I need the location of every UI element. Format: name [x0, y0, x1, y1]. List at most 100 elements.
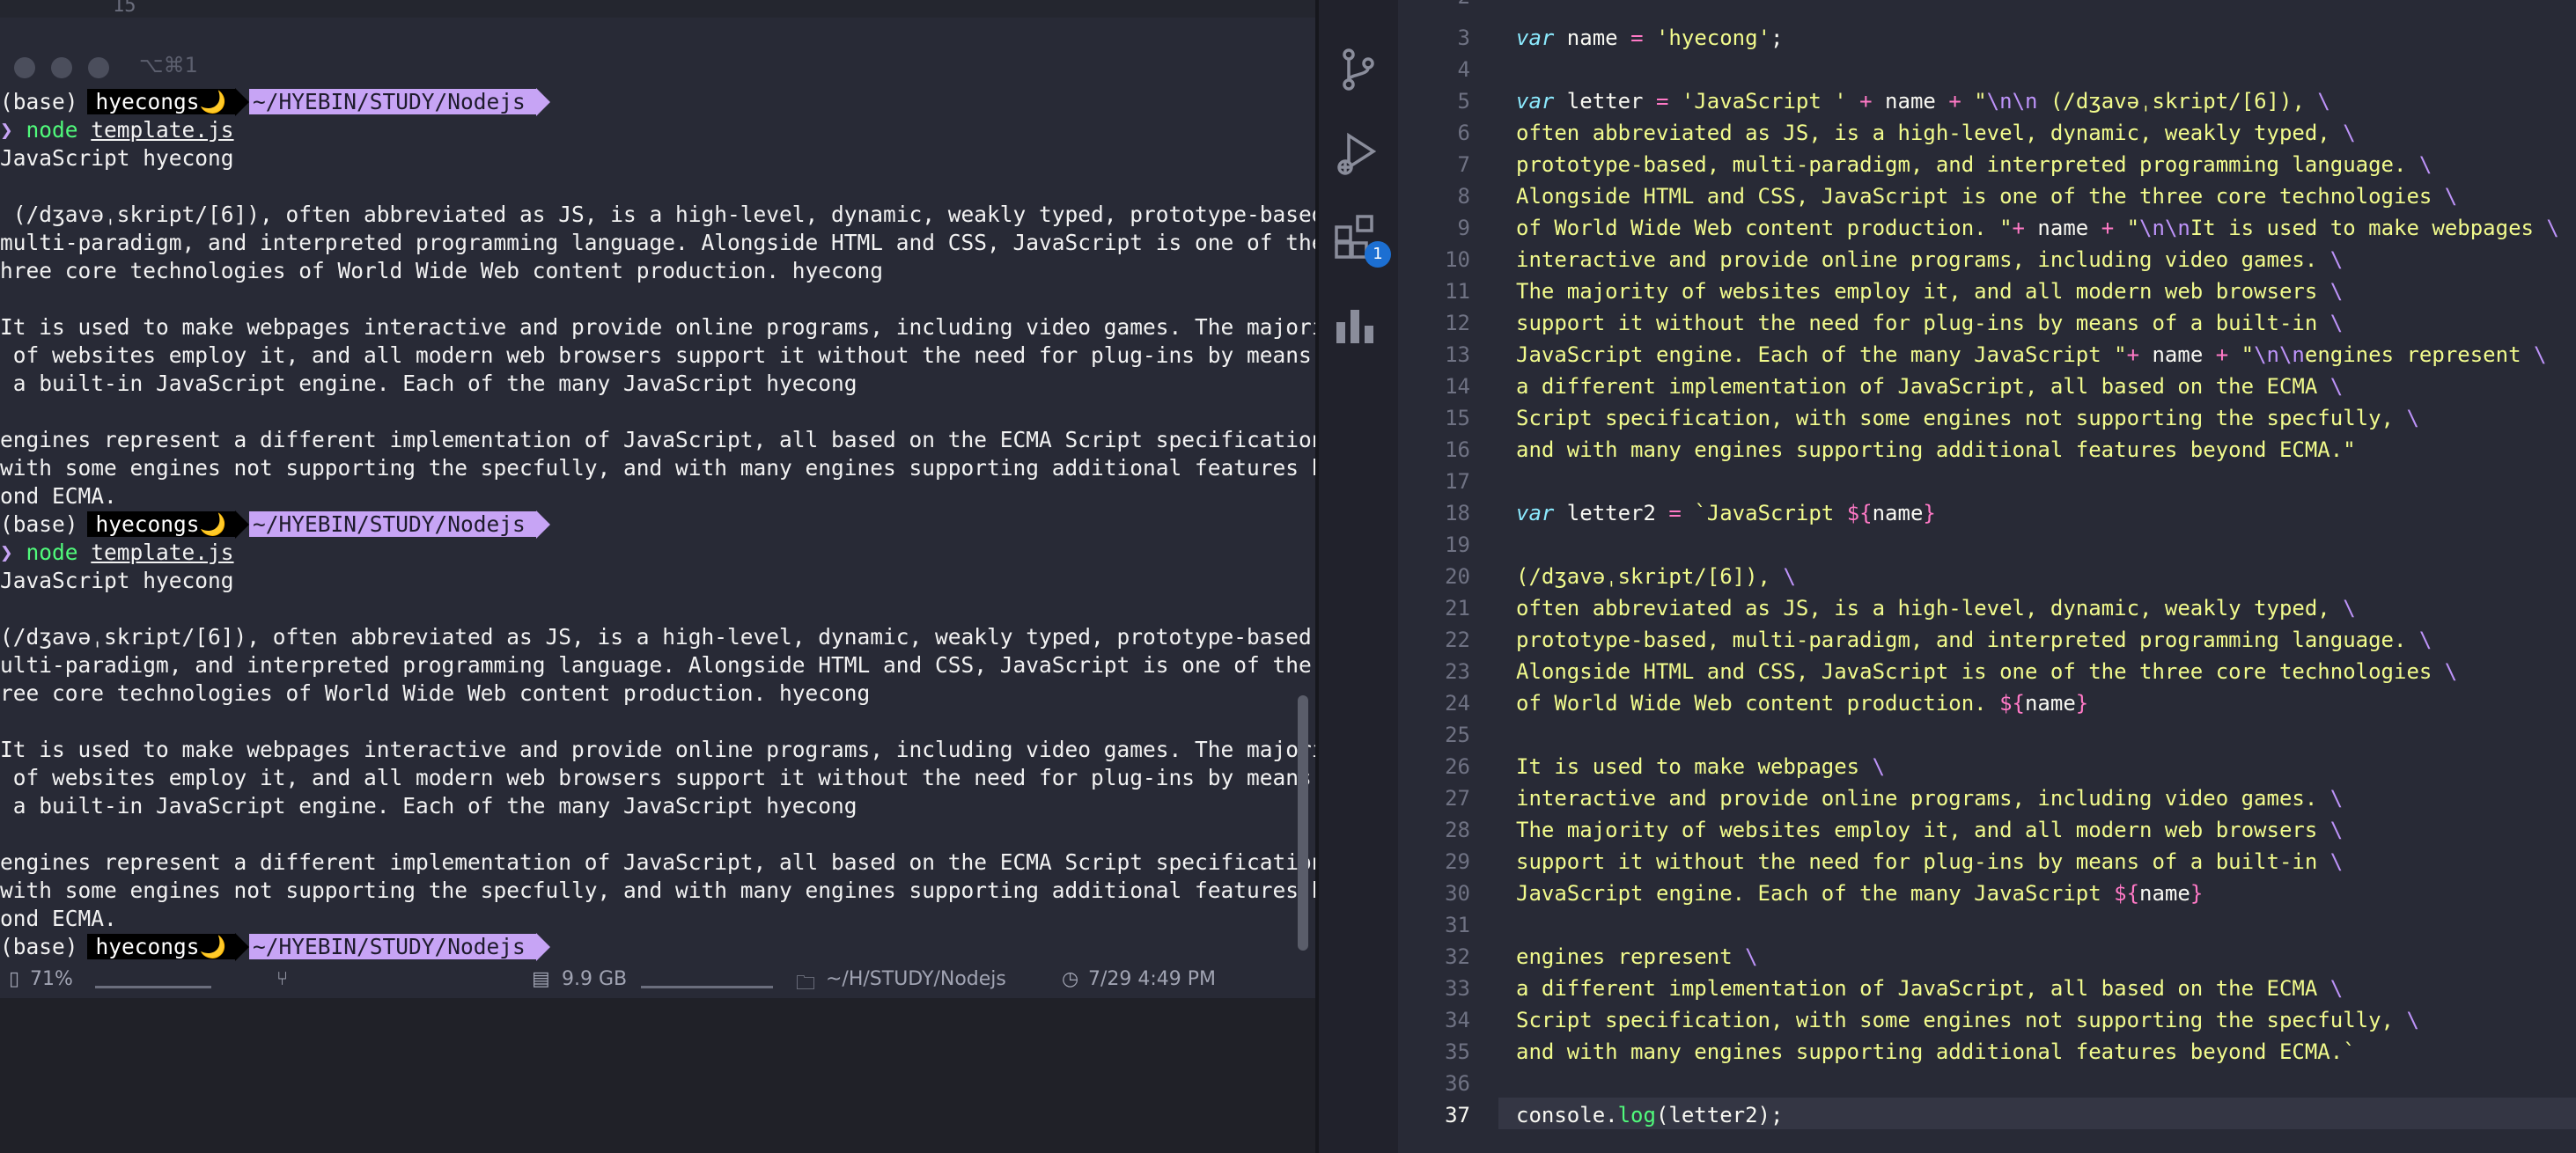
minimize-window-button[interactable]: [51, 57, 72, 78]
code-line[interactable]: prototype-based, multi-paradigm, and int…: [1516, 624, 2432, 656]
code-line[interactable]: var letter2 = `JavaScript ${name}: [1516, 497, 1936, 529]
code-editor[interactable]: 2 3 var name = 'hyecong'; 4 5 var letter = '…: [1398, 0, 2576, 1153]
chart-icon[interactable]: [1331, 299, 1384, 352]
code-line[interactable]: engines represent \: [1516, 941, 1758, 973]
line-number: 27: [1445, 786, 1470, 811]
run-debug-icon[interactable]: [1331, 129, 1384, 181]
line-number: 18: [1445, 501, 1470, 525]
code-token: name: [2139, 881, 2190, 906]
code-line[interactable]: console.log(letter2);: [1516, 1099, 1783, 1131]
code-line[interactable]: interactive and provide online programs,…: [1516, 244, 2343, 275]
code-line[interactable]: support it without the need for plug-ins…: [1516, 307, 2343, 339]
current-folder: ~/H/STUDY/Nodejs: [826, 968, 1006, 990]
code-line[interactable]: often abbreviated as JS, is a high-level…: [1516, 117, 2356, 149]
code-token: (/dʒavəˌskript/[6]),: [1516, 564, 1784, 589]
battery-icon: ▯: [9, 968, 20, 990]
code-line[interactable]: and with many engines supporting additio…: [1516, 1036, 2356, 1068]
output-line: of websites employ it, and all modern we…: [0, 765, 1351, 790]
line-number: 7: [1457, 152, 1470, 177]
code-token: JavaScript engine. Each of the many Java…: [1516, 881, 2115, 906]
code-token: }: [2190, 881, 2204, 906]
code-line[interactable]: Script specification, with some engines …: [1516, 402, 2419, 434]
code-line[interactable]: support it without the need for plug-ins…: [1516, 846, 2343, 878]
code-line[interactable]: var name = 'hyecong';: [1516, 22, 1783, 54]
output-line: engines represent a different implementa…: [0, 427, 1338, 452]
code-token: ": [1974, 89, 1987, 114]
command-argument[interactable]: template.js: [91, 117, 233, 143]
output-line: It is used to make webpages interactive …: [0, 737, 1351, 762]
code-token: +: [2126, 342, 2140, 367]
code-token: }: [2075, 691, 2089, 716]
code-token: interactive and provide online programs,…: [1516, 786, 2330, 811]
close-window-button[interactable]: [14, 57, 35, 78]
code-line[interactable]: It is used to make webpages \: [1516, 751, 1885, 782]
code-line[interactable]: The majority of websites employ it, and …: [1516, 814, 2343, 846]
output-line: ulti-paradigm, and interpreted programmi…: [0, 652, 1351, 678]
extensions-icon[interactable]: 1: [1331, 211, 1391, 268]
code-token: \: [2343, 596, 2356, 621]
prompt-user: hyecongs🌙: [86, 934, 236, 959]
code-line[interactable]: The majority of websites employ it, and …: [1516, 275, 2343, 307]
code-token: 'JavaScript ': [1681, 89, 1847, 114]
terminal-titlebar[interactable]: ⌥⌘1: [0, 18, 1315, 83]
code-token: \: [2329, 279, 2344, 304]
code-token: letter2: [1554, 501, 1669, 525]
code-token: \: [1783, 564, 1796, 589]
code-line[interactable]: JavaScript engine. Each of the many Java…: [1516, 339, 2546, 371]
desktop-background: [0, 998, 1315, 1153]
code-token: \: [2329, 247, 2344, 272]
code-token: \: [2418, 152, 2432, 177]
terminal-scrollbar[interactable]: [1298, 695, 1308, 951]
terminal-window[interactable]: 15 ⌥⌘1 (base) hyecongs🌙 ~/HYEBIN/STUDY/Nod…: [0, 0, 1351, 998]
output-line: ree core technologies of World Wide Web …: [0, 680, 871, 706]
code-line[interactable]: Alongside HTML and CSS, JavaScript is on…: [1516, 656, 2457, 687]
line-number: 13: [1445, 342, 1470, 367]
code-token: name: [2139, 342, 2216, 367]
code-line[interactable]: a different implementation of JavaScript…: [1516, 973, 2343, 1004]
code-line[interactable]: var letter = 'JavaScript ' + name + "\n\…: [1516, 85, 2330, 117]
code-token: \: [2444, 659, 2458, 684]
code-line[interactable]: JavaScript engine. Each of the many Java…: [1516, 878, 2203, 909]
code-line[interactable]: Alongside HTML and CSS, JavaScript is on…: [1516, 180, 2457, 212]
memory-bar: [641, 986, 773, 988]
command-name: node: [26, 540, 78, 565]
output-line: a built-in JavaScript engine. Each of th…: [0, 793, 857, 819]
code-line[interactable]: often abbreviated as JS, is a high-level…: [1516, 592, 2356, 624]
code-token: prototype-based, multi-paradigm, and int…: [1516, 152, 2419, 177]
code-token: +: [2012, 216, 2025, 240]
code-line[interactable]: of World Wide Web content production. "+…: [1516, 212, 2559, 244]
code-token: =: [1655, 89, 1669, 114]
code-line[interactable]: Script specification, with some engines …: [1516, 1004, 2419, 1036]
folder-icon: 🗀: [796, 973, 816, 995]
prompt-user: hyecongs🌙: [86, 89, 236, 114]
source-control-icon[interactable]: [1331, 44, 1384, 97]
code-line[interactable]: prototype-based, multi-paradigm, and int…: [1516, 149, 2432, 180]
code-line[interactable]: (/dʒavəˌskript/[6]), \: [1516, 561, 1796, 592]
code-token: \: [2343, 121, 2356, 145]
prompt-separator: [535, 510, 550, 539]
output-line: (/dʒavəˌskript/[6]), often abbreviated a…: [0, 202, 1338, 227]
code-token: \: [1745, 944, 1758, 969]
code-token: \: [2418, 628, 2432, 652]
command-argument[interactable]: template.js: [91, 540, 233, 565]
code-token: +: [1859, 89, 1873, 114]
activity-bar: 1: [1319, 0, 1398, 1153]
line-number: 11: [1445, 279, 1470, 304]
code-line[interactable]: and with many engines supporting additio…: [1516, 434, 2356, 466]
line-number: 5: [1457, 89, 1470, 114]
line-number: 15: [1445, 406, 1470, 430]
line-number: 26: [1445, 754, 1470, 779]
code-line[interactable]: interactive and provide online programs,…: [1516, 782, 2343, 814]
code-line[interactable]: of World Wide Web content production. ${…: [1516, 687, 2088, 719]
maximize-window-button[interactable]: [88, 57, 109, 78]
prompt-separator: [535, 88, 550, 116]
prompt-separator: [535, 933, 550, 961]
line-number: 20: [1445, 564, 1470, 589]
line-number: 21: [1445, 596, 1470, 621]
search-icon[interactable]: [1331, 0, 1384, 28]
code-line[interactable]: a different implementation of JavaScript…: [1516, 371, 2343, 402]
code-token: It is used to make webpages: [1516, 754, 1873, 779]
